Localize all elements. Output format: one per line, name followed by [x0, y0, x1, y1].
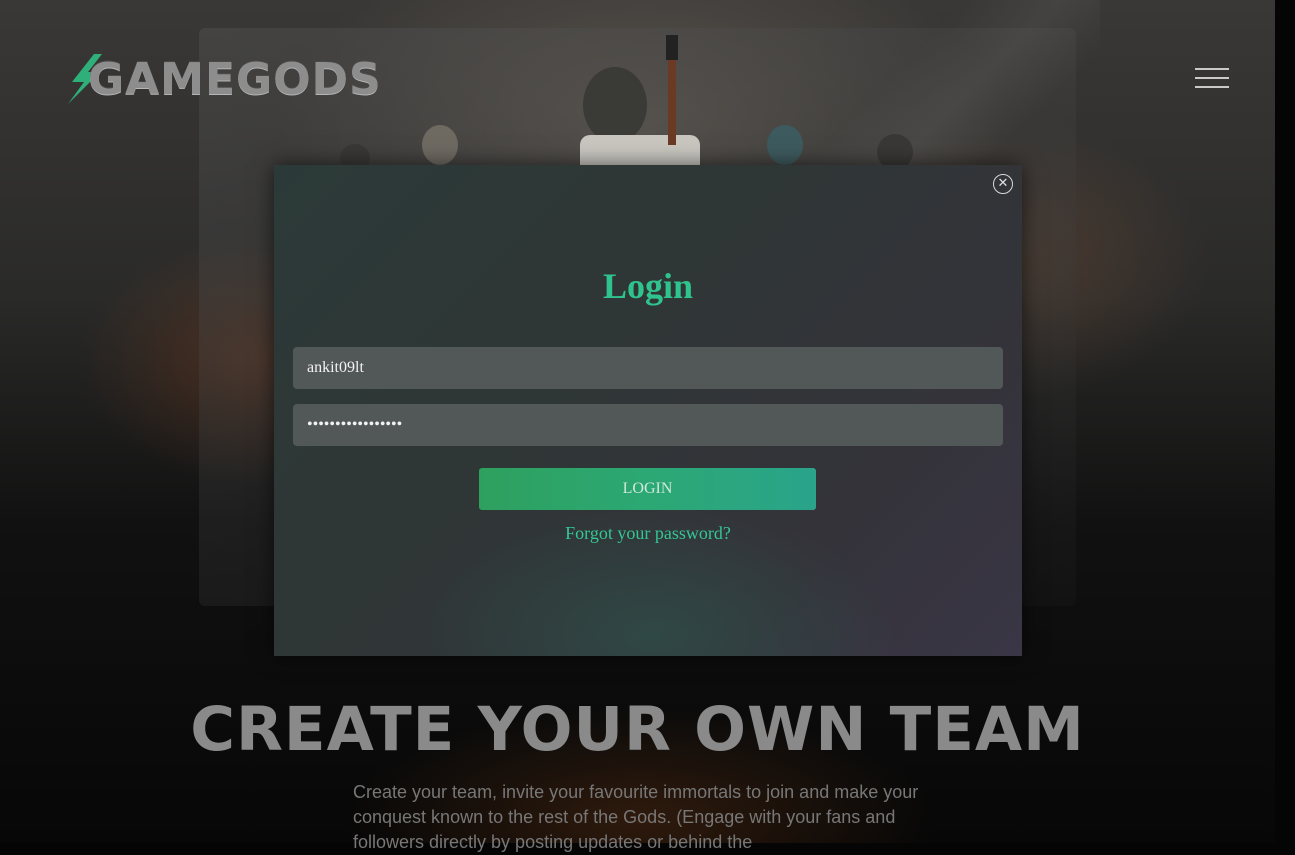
page-edge: [1275, 0, 1295, 843]
soldier-silhouette: [422, 125, 458, 165]
menu-line: [1195, 86, 1229, 88]
brand-logo-text: GAMEGODS: [88, 53, 382, 105]
close-icon[interactable]: ✕: [993, 174, 1013, 194]
hamburger-menu-icon[interactable]: [1195, 68, 1229, 90]
section-description: Create your team, invite your favourite …: [353, 782, 919, 852]
username-input[interactable]: [293, 347, 1003, 389]
menu-line: [1195, 68, 1229, 70]
menu-line: [1195, 77, 1229, 79]
soldier-silhouette: [877, 134, 913, 170]
login-button[interactable]: LOGIN: [479, 468, 816, 510]
soldier-silhouette: [580, 35, 700, 170]
section-title: CREATE YOUR OWN TEAM: [190, 694, 1085, 765]
login-modal: ✕ Login LOGIN Forgot your password?: [274, 165, 1022, 656]
forgot-password-link[interactable]: Forgot your password?: [274, 523, 1022, 544]
brand-logo[interactable]: GAMEGODS: [66, 52, 382, 106]
soldier-silhouette: [767, 125, 803, 165]
password-input[interactable]: [293, 404, 1003, 446]
login-title: Login: [602, 266, 694, 306]
